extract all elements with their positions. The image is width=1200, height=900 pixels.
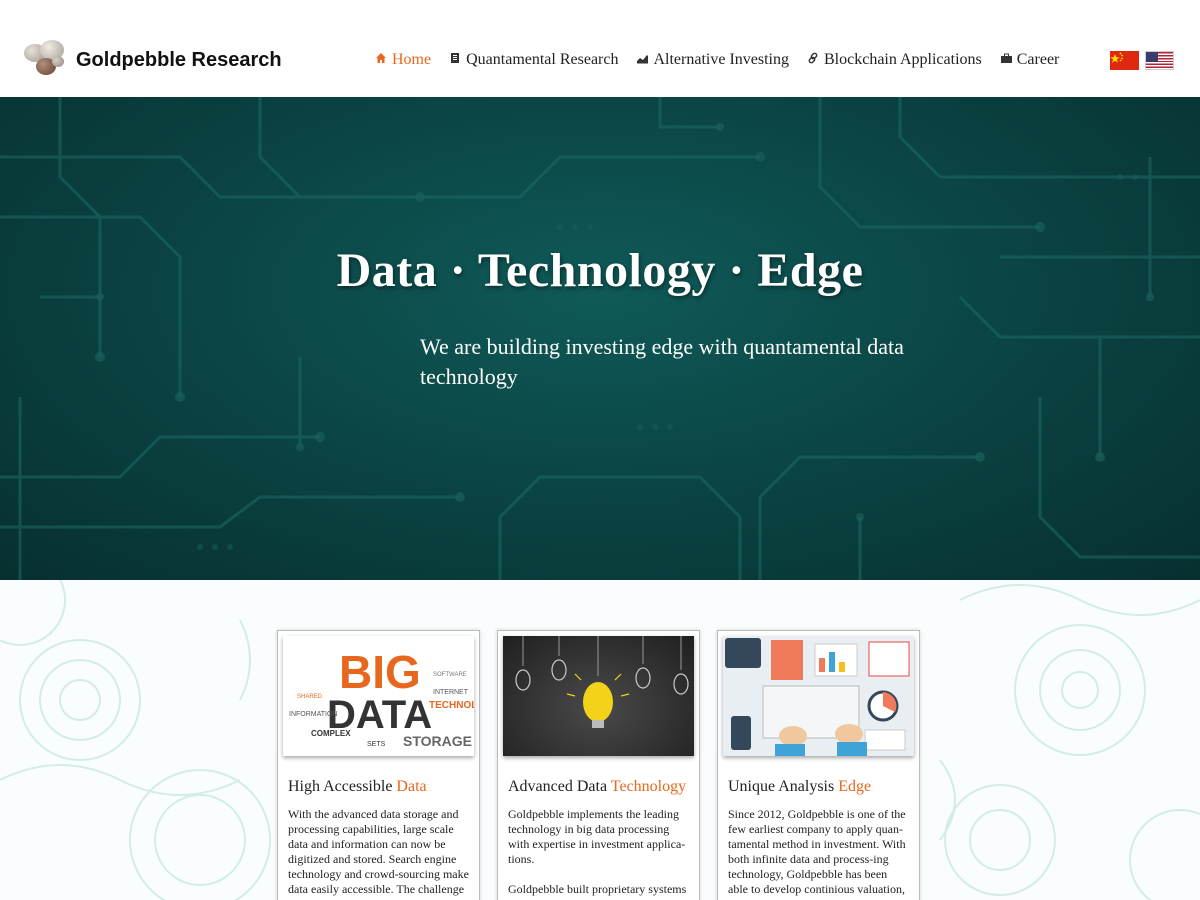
pebbles-logo-icon: [22, 40, 66, 80]
home-icon: [375, 52, 387, 68]
nav-label-blockchain-applications: Blockchain Applications: [824, 51, 982, 68]
us-flag-icon[interactable]: [1145, 51, 1174, 70]
feature-card-edge: Unique Analysis Edge Since 2012, Goldpeb…: [717, 630, 920, 900]
nav-label-alternative-investing: Alternative Investing: [653, 51, 789, 68]
desk-analysis-illustration-image: [723, 636, 914, 756]
hero-title: Data · Technology · Edge: [336, 244, 864, 297]
nav-item-career[interactable]: Career: [1000, 51, 1060, 69]
hero-subtitle: We are building investing edge with quan…: [420, 334, 904, 389]
briefcase-icon: [1000, 53, 1012, 68]
china-flag-icon[interactable]: [1110, 51, 1139, 70]
nav-label-quantamental-research: Quantamental Research: [466, 51, 619, 68]
nav-label-home: Home: [392, 51, 432, 68]
nav-label-career: Career: [1016, 51, 1060, 68]
logo[interactable]: Goldpebble Research: [22, 40, 282, 80]
svg-text:SETS: SETS: [367, 741, 386, 748]
svg-text:STORAGE: STORAGE: [403, 733, 472, 749]
big-data-word-cloud-image: BIG DATA STORAGE TECHNOLOGIE INFORMATION…: [283, 636, 474, 756]
main-nav: Home Quantamental Research Alternative I…: [375, 48, 1077, 72]
site-header: Goldpebble Research Home Quantamental Re…: [0, 0, 1200, 97]
svg-text:SOFTWARE: SOFTWARE: [433, 672, 467, 678]
svg-text:INFORMATION: INFORMATION: [289, 711, 337, 718]
language-switcher: [1110, 51, 1180, 70]
link-icon: [807, 52, 819, 68]
svg-text:SHARED: SHARED: [297, 694, 323, 700]
lightbulbs-image: [503, 636, 694, 756]
feature-card-technology: Advanced Data Technology Goldpebble impl…: [497, 630, 700, 900]
card-description: With the advanced data storage and proce…: [288, 807, 469, 900]
svg-text:BIG: BIG: [339, 646, 421, 698]
nav-item-quantamental-research[interactable]: Quantamental Research: [449, 51, 618, 69]
card-title: High Accessible Data: [288, 778, 427, 795]
chart-icon: [636, 52, 649, 68]
card-description: Since 2012, Goldpebble is one of the few…: [728, 807, 906, 900]
brand-name: Goldpebble Research: [76, 48, 282, 71]
nav-item-home[interactable]: Home: [375, 51, 431, 69]
svg-text:COMPLEX: COMPLEX: [311, 729, 351, 738]
feature-card-data: BIG DATA STORAGE TECHNOLOGIE INFORMATION…: [277, 630, 480, 900]
document-icon: [449, 52, 461, 68]
card-title: Unique Analysis Edge: [728, 778, 872, 795]
card-description: Goldpebble implements the leading techno…: [508, 807, 687, 900]
svg-text:TECHNOLOGIE: TECHNOLOGIE: [429, 700, 474, 711]
features-section: BIG DATA STORAGE TECHNOLOGIE INFORMATION…: [0, 580, 1200, 900]
svg-text:INTERNET: INTERNET: [433, 689, 469, 696]
card-title: Advanced Data Technology: [508, 778, 687, 795]
hero-banner: Data · Technology · Edge We are building…: [0, 97, 1200, 580]
nav-item-blockchain-applications[interactable]: Blockchain Applications: [807, 51, 982, 69]
nav-item-alternative-investing[interactable]: Alternative Investing: [636, 51, 789, 69]
